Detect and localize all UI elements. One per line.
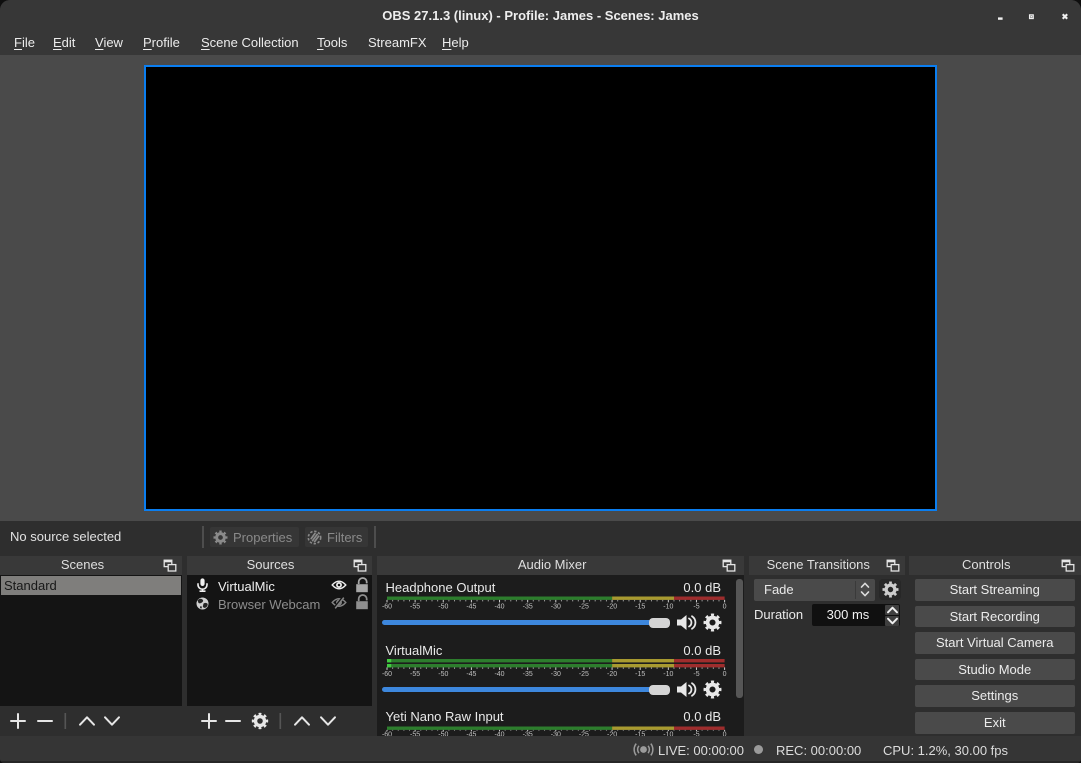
svg-text:-25: -25 bbox=[579, 671, 589, 678]
svg-text:-10: -10 bbox=[663, 671, 673, 678]
svg-text:-40: -40 bbox=[494, 671, 504, 678]
svg-text:-35: -35 bbox=[523, 671, 533, 678]
svg-text:-55: -55 bbox=[410, 604, 420, 611]
svg-text:-10: -10 bbox=[663, 604, 673, 611]
svg-text:-20: -20 bbox=[607, 671, 617, 678]
svg-text:-30: -30 bbox=[551, 604, 561, 611]
svg-text:-35: -35 bbox=[523, 604, 533, 611]
svg-text:-45: -45 bbox=[466, 671, 476, 678]
svg-text:-15: -15 bbox=[635, 671, 645, 678]
svg-text:-60: -60 bbox=[382, 671, 392, 678]
svg-text:-60: -60 bbox=[382, 604, 392, 611]
svg-text:-25: -25 bbox=[579, 604, 589, 611]
svg-text:-55: -55 bbox=[410, 671, 420, 678]
svg-text:-5: -5 bbox=[693, 671, 699, 678]
svg-text:0: 0 bbox=[723, 604, 727, 611]
svg-text:-40: -40 bbox=[494, 604, 504, 611]
svg-text:-45: -45 bbox=[466, 604, 476, 611]
svg-text:-20: -20 bbox=[607, 604, 617, 611]
svg-text:-50: -50 bbox=[438, 604, 448, 611]
svg-text:-30: -30 bbox=[551, 671, 561, 678]
svg-text:-50: -50 bbox=[438, 671, 448, 678]
svg-text:-15: -15 bbox=[635, 604, 645, 611]
svg-text:-5: -5 bbox=[693, 604, 699, 611]
svg-text:0: 0 bbox=[723, 671, 727, 678]
